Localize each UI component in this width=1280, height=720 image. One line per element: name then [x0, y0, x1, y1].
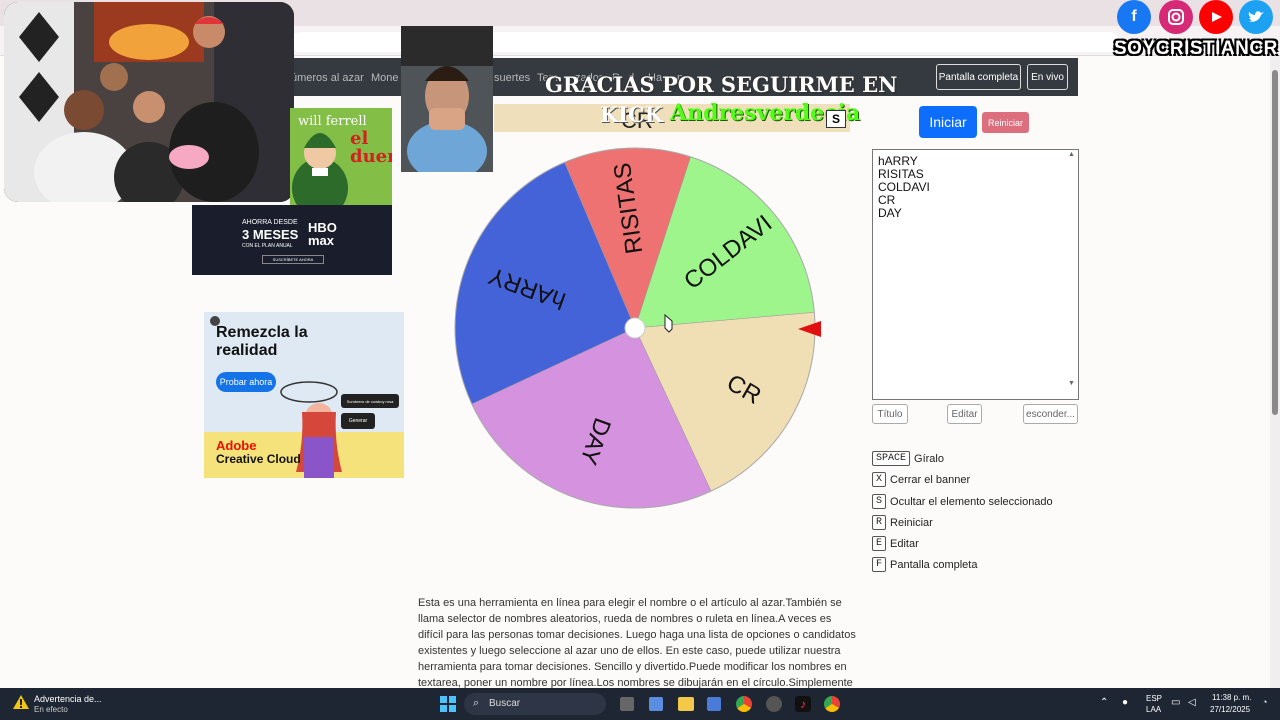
taskbar-search-label: Buscar: [489, 698, 521, 709]
instagram-icon: [1159, 0, 1193, 34]
shortcut-label: Ocultar el elemento seleccionado: [890, 495, 1053, 508]
nav-link-random-numbers[interactable]: úmeros al azar: [291, 72, 364, 84]
ad-adobe-title: Remezcla la realidad: [216, 324, 308, 359]
live-button[interactable]: En vivo: [1027, 64, 1068, 90]
hide-button[interactable]: esconder...: [1023, 404, 1078, 424]
overlay-platform: KICK: [600, 102, 664, 127]
shortcut-key: S: [872, 494, 887, 509]
app-icon[interactable]: [766, 696, 782, 712]
ad-hbo-banner[interactable]: AHORRA DESDE 3 MESES CON EL PLAN ANUAL H…: [192, 205, 392, 275]
shortcut-key: F: [872, 557, 887, 572]
twitter-icon: [1239, 0, 1273, 34]
overlay-thanks-text: GRACIAS POR SEGUIRME EN: [545, 72, 898, 97]
tiktok-icon[interactable]: ♪: [795, 696, 811, 712]
microphone-icon[interactable]: ●: [1122, 697, 1128, 708]
shortcut-label: Reiniciar: [890, 516, 933, 529]
nav-link-lots[interactable]: suertes: [494, 72, 530, 84]
network-icon[interactable]: ▭: [1171, 697, 1180, 708]
language-primary[interactable]: ESP: [1146, 694, 1162, 703]
ad-hbo-line3: CON EL PLAN ANUAL: [242, 243, 293, 249]
ad-hbo-cta[interactable]: SUSCRÍBETE AHORA: [262, 255, 324, 264]
ad-hbo-line2: 3 MESES: [242, 227, 299, 242]
shortcut-key: X: [872, 472, 887, 487]
chrome-icon[interactable]: [736, 696, 752, 712]
ad-movie-title: el duende: [350, 128, 392, 167]
task-view-icon[interactable]: [620, 697, 634, 711]
fullscreen-button[interactable]: Pantalla completa: [936, 64, 1021, 90]
ad-adobe-brand: Adobe: [216, 438, 257, 453]
shortcut-spin: SPACE Gíralo: [872, 451, 944, 466]
windows-start-icon[interactable]: [440, 696, 456, 712]
shortcut-edit: E Editar: [872, 536, 919, 551]
scroll-up-icon[interactable]: ▲: [1068, 151, 1075, 158]
shortcut-label: Pantalla completa: [890, 558, 978, 571]
ad-adobe-generate: Generar: [341, 413, 375, 429]
ad-adobe-cta[interactable]: Probar ahora: [216, 372, 276, 392]
notice-title[interactable]: Advertencia de...: [34, 694, 102, 704]
shortcut-close-banner: X Cerrar el banner: [872, 472, 970, 487]
file-explorer-icon[interactable]: [678, 697, 694, 711]
ad-adobe-prompt: Sombrero de cowboy rosa: [341, 394, 399, 408]
notice-subtitle: En efecto: [34, 705, 68, 714]
scroll-down-icon[interactable]: ▼: [1068, 380, 1075, 387]
youtube-icon: [1199, 0, 1233, 34]
edit-button[interactable]: Editar: [947, 404, 982, 424]
shortcut-reset: R Reiniciar: [872, 515, 933, 530]
ad-adobe-product: Creative Cloud: [216, 452, 301, 466]
taskbar-search[interactable]: [464, 693, 606, 715]
webcam-main: [4, 2, 294, 202]
notifications-icon[interactable]: ◔: [1262, 697, 1267, 707]
widgets-icon[interactable]: [649, 697, 663, 711]
facebook-icon: f: [1117, 0, 1151, 34]
shortcut-key: E: [872, 536, 887, 551]
shortcut-key: SPACE: [872, 451, 911, 466]
shortcut-label: Cerrar el banner: [890, 473, 971, 486]
ad-movie-banner[interactable]: will ferrell el duende: [290, 108, 392, 206]
search-icon: ⌕: [473, 697, 480, 709]
social-handle: SOYCRISTIANCR: [1114, 38, 1278, 59]
shortcut-label: Editar: [890, 537, 919, 550]
shortcut-hide-selected: S Ocultar el elemento seleccionado: [872, 494, 1053, 509]
taskbar-time[interactable]: 11:38 p. m.: [1212, 693, 1251, 702]
shortcut-fullscreen: F Pantalla completa: [872, 557, 977, 572]
names-textarea[interactable]: hARRY RISITAS COLDAVI CR DAY: [872, 149, 1079, 400]
language-secondary[interactable]: LAA: [1146, 705, 1161, 714]
ad-movie-actor: will ferrell: [298, 114, 367, 129]
taskbar-date[interactable]: 27/12/2025: [1210, 705, 1250, 714]
reset-button[interactable]: Reiniciar: [982, 112, 1029, 133]
chrome-active-icon[interactable]: [824, 696, 840, 712]
shortcut-label: Gíralo: [914, 452, 944, 465]
ad-hbo-line1: AHORRA DESDE: [242, 219, 298, 226]
ad-hbo-brand: HBO max: [308, 220, 337, 248]
volume-icon[interactable]: ◁: [1188, 697, 1196, 708]
store-icon[interactable]: [707, 697, 721, 711]
title-button[interactable]: Título: [872, 404, 908, 424]
warning-icon[interactable]: [12, 694, 30, 710]
shortcut-key: R: [872, 515, 887, 530]
name-wheel[interactable]: hARRYRISITAS COLDAVICRDAY: [450, 143, 830, 515]
start-spin-button[interactable]: Iniciar: [919, 106, 977, 138]
windows-taskbar: [0, 688, 1280, 720]
nav-link-coins[interactable]: Mone: [371, 72, 399, 84]
ad-adobe-banner[interactable]: Remezcla la realidad Probar ahora Sombre…: [204, 312, 404, 478]
overlay-key-badge: S: [826, 110, 846, 128]
page-scrollbar-thumb[interactable]: [1272, 70, 1278, 415]
tray-chevron-icon[interactable]: ⌃: [1100, 697, 1108, 708]
wheel-center-hub: [624, 317, 646, 339]
